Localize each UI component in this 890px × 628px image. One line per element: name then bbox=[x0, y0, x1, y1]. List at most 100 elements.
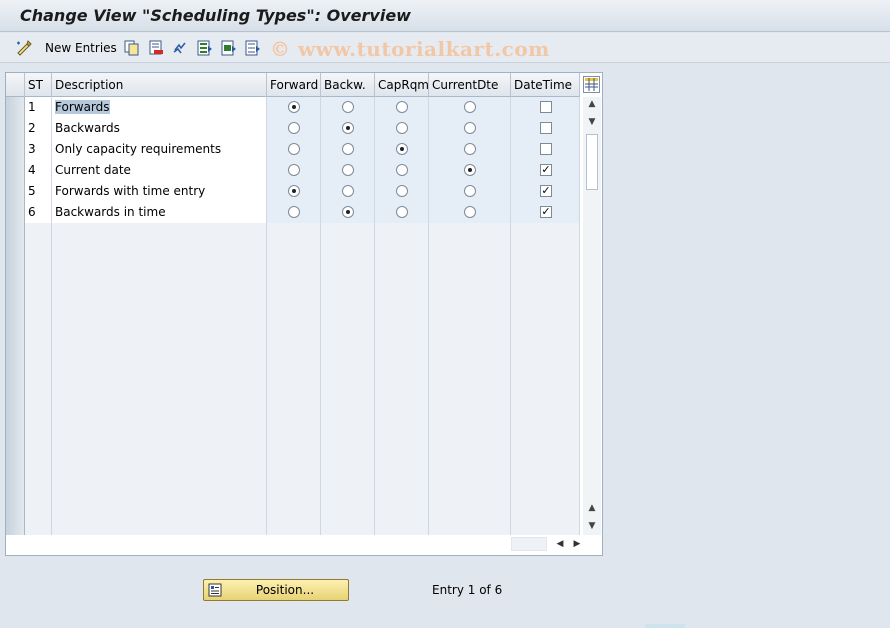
column-header-caprqmt[interactable]: CapRqmt bbox=[375, 73, 429, 97]
cell-description[interactable] bbox=[52, 265, 267, 286]
cell-description[interactable]: Only capacity requirements bbox=[52, 139, 267, 160]
row-selector[interactable] bbox=[6, 391, 25, 412]
empty-table-row[interactable] bbox=[6, 349, 580, 370]
empty-table-row[interactable] bbox=[6, 454, 580, 475]
caprqmt-radio[interactable] bbox=[396, 164, 408, 176]
column-header-description[interactable]: Description bbox=[52, 73, 267, 97]
backward-radio[interactable] bbox=[342, 143, 354, 155]
datetime-checkbox[interactable] bbox=[540, 101, 552, 113]
header-row-selector[interactable] bbox=[6, 73, 25, 97]
cell-description[interactable] bbox=[52, 475, 267, 496]
position-button[interactable]: Position... bbox=[203, 579, 349, 601]
column-header-currentdte[interactable]: CurrentDte bbox=[429, 73, 511, 97]
backward-radio[interactable] bbox=[342, 164, 354, 176]
cell-description[interactable] bbox=[52, 496, 267, 517]
table-row[interactable]: 2 Backwards bbox=[6, 118, 580, 139]
undo-icon[interactable] bbox=[172, 40, 188, 56]
cell-description[interactable] bbox=[52, 307, 267, 328]
backward-radio[interactable] bbox=[342, 122, 354, 134]
datetime-checkbox[interactable]: ✓ bbox=[540, 164, 552, 176]
horizontal-scrollbar[interactable]: ◀ ▶ bbox=[511, 535, 581, 553]
select-block-icon[interactable] bbox=[221, 40, 237, 56]
empty-table-row[interactable] bbox=[6, 517, 580, 535]
horizontal-scroll-track[interactable] bbox=[511, 537, 547, 551]
row-selector[interactable] bbox=[6, 328, 25, 349]
row-selector[interactable] bbox=[6, 97, 25, 118]
table-row[interactable]: 1 Forwards bbox=[6, 97, 580, 118]
caprqmt-radio[interactable] bbox=[396, 101, 408, 113]
scroll-page-up-icon[interactable]: ▲ bbox=[587, 503, 597, 513]
cell-description[interactable] bbox=[52, 244, 267, 265]
empty-table-row[interactable] bbox=[6, 265, 580, 286]
currentdte-radio[interactable] bbox=[464, 101, 476, 113]
row-selector[interactable] bbox=[6, 370, 25, 391]
row-selector[interactable] bbox=[6, 286, 25, 307]
empty-table-row[interactable] bbox=[6, 286, 580, 307]
table-row[interactable]: 3 Only capacity requirements bbox=[6, 139, 580, 160]
row-selector[interactable] bbox=[6, 307, 25, 328]
column-header-forward[interactable]: Forward bbox=[267, 73, 321, 97]
cell-description[interactable]: Forwards bbox=[52, 97, 267, 118]
caprqmt-radio[interactable] bbox=[396, 185, 408, 197]
currentdte-radio[interactable] bbox=[464, 185, 476, 197]
scroll-page-down-icon[interactable]: ▼ bbox=[587, 521, 597, 531]
empty-table-row[interactable] bbox=[6, 307, 580, 328]
scroll-down-small-icon[interactable]: ▼ bbox=[587, 117, 597, 127]
row-selector[interactable] bbox=[6, 454, 25, 475]
edit-toggle-icon[interactable] bbox=[16, 40, 32, 56]
cell-description[interactable] bbox=[52, 412, 267, 433]
row-selector[interactable] bbox=[6, 118, 25, 139]
forward-radio[interactable] bbox=[288, 101, 300, 113]
currentdte-radio[interactable] bbox=[464, 122, 476, 134]
table-row[interactable]: 6 Backwards in time ✓ bbox=[6, 202, 580, 223]
cell-description[interactable]: Backwards bbox=[52, 118, 267, 139]
datetime-checkbox[interactable] bbox=[540, 143, 552, 155]
forward-radio[interactable] bbox=[288, 185, 300, 197]
datetime-checkbox[interactable]: ✓ bbox=[540, 185, 552, 197]
caprqmt-radio[interactable] bbox=[396, 206, 408, 218]
caprqmt-radio[interactable] bbox=[396, 122, 408, 134]
table-settings-icon[interactable] bbox=[583, 76, 600, 93]
select-all-icon[interactable] bbox=[197, 40, 213, 56]
row-selector[interactable] bbox=[6, 223, 25, 244]
scroll-left-icon[interactable]: ◀ bbox=[554, 537, 566, 551]
row-selector[interactable] bbox=[6, 202, 25, 223]
cell-description[interactable] bbox=[52, 370, 267, 391]
table-row[interactable]: 5 Forwards with time entry ✓ bbox=[6, 181, 580, 202]
cell-description[interactable]: Forwards with time entry bbox=[52, 181, 267, 202]
backward-radio[interactable] bbox=[342, 101, 354, 113]
caprqmt-radio[interactable] bbox=[396, 143, 408, 155]
datetime-checkbox[interactable]: ✓ bbox=[540, 206, 552, 218]
row-selector[interactable] bbox=[6, 139, 25, 160]
row-selector[interactable] bbox=[6, 181, 25, 202]
vertical-scrollbar[interactable]: ▲ ▼ ▲ ▼ bbox=[583, 97, 601, 535]
new-entries-button[interactable]: New Entries bbox=[45, 41, 117, 55]
datetime-checkbox[interactable] bbox=[540, 122, 552, 134]
empty-table-row[interactable] bbox=[6, 223, 580, 244]
cell-description[interactable] bbox=[52, 223, 267, 244]
column-header-backward[interactable]: Backw. bbox=[321, 73, 375, 97]
forward-radio[interactable] bbox=[288, 143, 300, 155]
empty-table-row[interactable] bbox=[6, 496, 580, 517]
cell-description[interactable] bbox=[52, 517, 267, 535]
scroll-right-icon[interactable]: ▶ bbox=[571, 537, 583, 551]
cell-description[interactable] bbox=[52, 286, 267, 307]
currentdte-radio[interactable] bbox=[464, 206, 476, 218]
cell-description[interactable] bbox=[52, 433, 267, 454]
empty-table-row[interactable] bbox=[6, 475, 580, 496]
empty-table-row[interactable] bbox=[6, 370, 580, 391]
currentdte-radio[interactable] bbox=[464, 143, 476, 155]
cell-description[interactable]: Backwards in time bbox=[52, 202, 267, 223]
cell-description[interactable] bbox=[52, 349, 267, 370]
forward-radio[interactable] bbox=[288, 164, 300, 176]
cell-description[interactable] bbox=[52, 454, 267, 475]
row-selector[interactable] bbox=[6, 433, 25, 454]
row-selector[interactable] bbox=[6, 244, 25, 265]
empty-table-row[interactable] bbox=[6, 412, 580, 433]
delete-icon[interactable] bbox=[148, 40, 164, 56]
empty-table-row[interactable] bbox=[6, 244, 580, 265]
copy-icon[interactable] bbox=[124, 40, 140, 56]
row-selector[interactable] bbox=[6, 349, 25, 370]
row-selector[interactable] bbox=[6, 475, 25, 496]
empty-table-row[interactable] bbox=[6, 391, 580, 412]
